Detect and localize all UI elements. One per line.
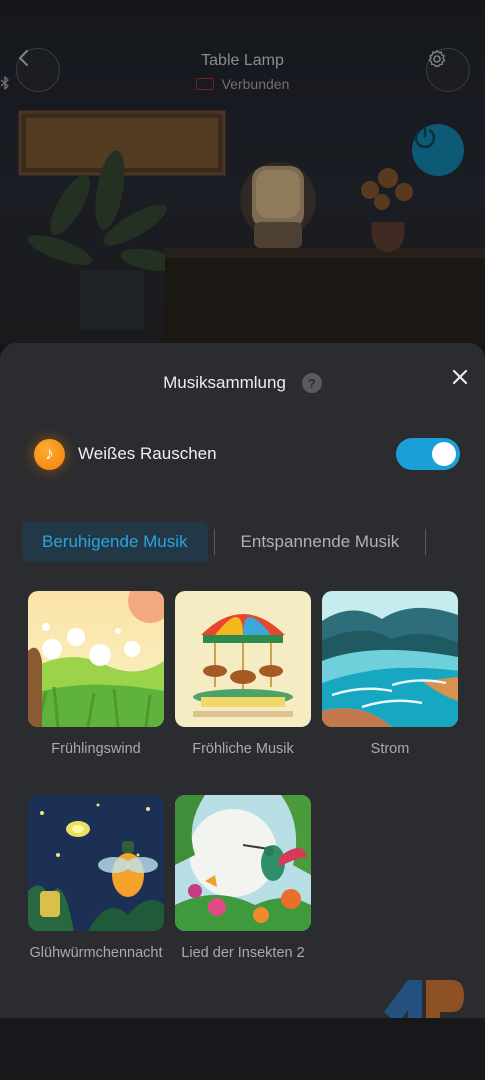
track-card-froehliche-musik[interactable]: Fröhliche Musik [175,591,311,759]
system-navigation-bar [0,1018,485,1080]
power-icon [414,125,436,149]
sheet-header: Musiksammlung ? [0,373,485,393]
close-button[interactable] [448,365,472,389]
tab-divider [213,529,215,555]
white-noise-row: ♪ Weißes Rauschen [34,437,460,471]
battery-icon [195,78,214,90]
sheet-title: Musiksammlung [163,373,286,392]
track-card-gluehwuermchennacht[interactable]: Glühwürmchennacht [28,795,164,963]
track-title: Fröhliche Musik [192,741,294,757]
connection-status-label: Verbunden [221,76,290,92]
track-title: Glühwürmchennacht [29,945,163,961]
music-note-icon: ♪ [34,438,65,470]
power-button[interactable] [412,124,464,176]
device-status: Verbunden [0,76,485,92]
track-title: Strom [370,741,410,757]
track-title: Lied der Insekten 2 [181,945,305,961]
tab-relaxing-music[interactable]: Entspannende Musik [221,522,420,562]
tab-divider [425,529,427,555]
music-category-tabs: Beruhigende Musik Entspannende Musik [22,521,485,563]
white-noise-toggle[interactable] [396,438,460,470]
music-collection-sheet: Musiksammlung ? ♪ Weißes Rauschen Beruhi… [0,343,485,1018]
gear-icon [428,49,446,68]
track-card-strom[interactable]: Strom [322,591,458,759]
device-title: Table Lamp [201,52,284,69]
firefly-night-art [28,795,164,931]
dandelion-meadow-art [28,591,164,727]
device-background-scene: Table Lamp Verbunden [0,0,485,345]
river-art [322,591,458,727]
hummingbird-art [175,795,311,931]
bluetooth-icon [0,76,9,90]
help-icon[interactable]: ? [301,373,322,393]
toggle-knob [432,442,456,466]
track-card-fruehlingswind[interactable]: Frühlingswind [28,591,164,759]
close-icon [452,369,468,385]
white-noise-label: Weißes Rauschen [78,444,217,463]
track-title: Frühlingswind [51,741,141,757]
carousel-art [175,591,311,727]
track-card-lied-der-insekten-2[interactable]: Lied der Insekten 2 [175,795,311,963]
settings-button[interactable] [426,48,470,92]
tab-calming-music[interactable]: Beruhigende Musik [22,522,208,562]
